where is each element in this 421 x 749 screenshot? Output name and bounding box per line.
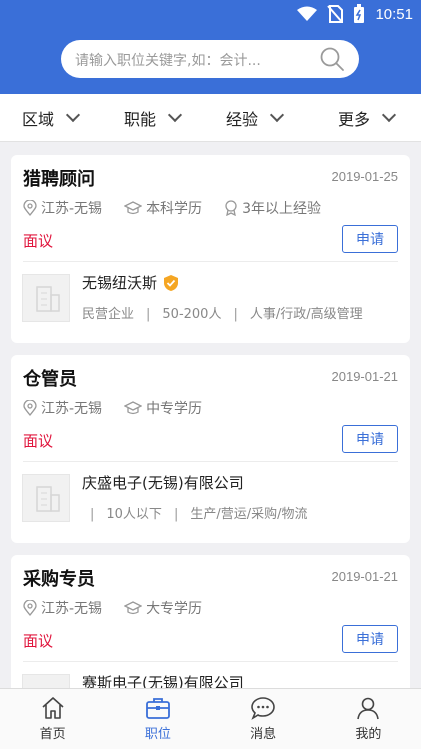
wifi-icon [297, 6, 318, 21]
building-icon [36, 286, 60, 312]
tab-label: 我的 [355, 727, 382, 742]
tab-messages[interactable]: 消息 [211, 689, 316, 749]
job-education: 大专学历 [146, 601, 203, 617]
job-title: 猎聘顾问 [23, 169, 95, 190]
company-meta: | 10人以下 | 生产/营运/采购/物流 [90, 507, 308, 522]
company-name-text: 庆盛电子(无锡)有限公司 [82, 474, 244, 492]
location-icon [23, 600, 37, 616]
briefcase-icon [145, 698, 170, 719]
status-time: 10:51 [375, 5, 413, 23]
filter-label: 更多 [338, 110, 371, 129]
apply-button[interactable]: 申请 [342, 425, 398, 453]
user-icon [357, 697, 380, 720]
chevron-down-icon [167, 107, 183, 123]
divider [23, 461, 398, 462]
filter-label: 经验 [226, 110, 259, 129]
tab-home[interactable]: 首页 [0, 689, 105, 749]
graduation-cap-icon [124, 601, 143, 615]
divider [23, 261, 398, 262]
chevron-down-icon [269, 107, 285, 123]
job-location: 江苏-无锡 [41, 401, 103, 417]
status-bar: 10:51 [0, 0, 421, 28]
job-title: 仓管员 [23, 369, 77, 390]
job-experience: 3年以上经验 [242, 201, 321, 217]
tab-label: 首页 [39, 727, 66, 742]
job-salary: 面议 [23, 232, 54, 250]
verified-shield-icon [164, 274, 179, 291]
job-salary: 面议 [23, 632, 54, 650]
job-location: 江苏-无锡 [41, 601, 103, 617]
tab-jobs[interactable]: 职位 [105, 689, 210, 749]
divider [23, 661, 398, 662]
job-meta: 江苏-无锡 中专学历 [23, 398, 224, 418]
search-icon[interactable] [319, 46, 345, 72]
job-meta: 江苏-无锡 大专学历 [23, 598, 224, 618]
filter-area[interactable]: 区域 [22, 94, 81, 142]
company-size: 50-200人 [162, 307, 222, 322]
job-card[interactable]: 猎聘顾问 2019-01-25 江苏-无锡 本科学历 3年以上经验 面议 申请 … [11, 155, 410, 343]
job-date: 2019-01-25 [331, 169, 399, 184]
filter-label: 职能 [124, 110, 157, 129]
filter-bar: 区域 职能 经验 更多 [0, 94, 421, 142]
chevron-down-icon [381, 107, 397, 123]
company-name[interactable]: 无锡纽沃斯 [82, 272, 179, 293]
building-icon [36, 486, 60, 512]
company-logo[interactable] [22, 474, 70, 522]
filter-experience[interactable]: 经验 [226, 94, 285, 142]
search-input[interactable]: 请输入职位关键字,如：会计... [61, 40, 359, 78]
company-industry: 生产/营运/采购/物流 [190, 507, 308, 522]
battery-icon [354, 4, 365, 23]
company-size: 10人以下 [106, 507, 162, 522]
job-education: 中专学历 [146, 401, 203, 417]
company-name-text: 无锡纽沃斯 [82, 274, 158, 292]
no-sim-icon [327, 5, 344, 23]
job-education: 本科学历 [146, 201, 203, 217]
company-meta: 民营企业 | 50-200人 | 人事/行政/高级管理 [82, 307, 363, 322]
job-date: 2019-01-21 [331, 369, 399, 384]
filter-more[interactable]: 更多 [338, 94, 397, 142]
apply-button[interactable]: 申请 [342, 225, 398, 253]
company-name[interactable]: 庆盛电子(无锡)有限公司 [82, 472, 244, 493]
message-icon [251, 697, 275, 720]
job-location: 江苏-无锡 [41, 201, 103, 217]
apply-button[interactable]: 申请 [342, 625, 398, 653]
filter-function[interactable]: 职能 [124, 94, 183, 142]
company-type: 民营企业 [82, 307, 135, 322]
tab-profile[interactable]: 我的 [316, 689, 421, 749]
job-date: 2019-01-21 [331, 569, 399, 584]
job-title: 采购专员 [23, 569, 95, 590]
job-meta: 江苏-无锡 本科学历 3年以上经验 [23, 198, 343, 218]
chevron-down-icon [65, 107, 81, 123]
location-icon [23, 200, 37, 216]
tab-label: 职位 [144, 727, 171, 742]
tab-label: 消息 [250, 727, 277, 742]
filter-label: 区域 [22, 110, 55, 129]
company-industry: 人事/行政/高级管理 [249, 307, 363, 322]
medal-icon [225, 200, 237, 216]
location-icon [23, 400, 37, 416]
search-placeholder: 请输入职位关键字,如：会计... [75, 53, 261, 69]
header: 10:51 请输入职位关键字,如：会计... [0, 0, 421, 94]
graduation-cap-icon [124, 201, 143, 215]
job-card[interactable]: 仓管员 2019-01-21 江苏-无锡 中专学历 面议 申请 庆盛电子(无锡)… [11, 355, 410, 543]
home-icon [42, 697, 64, 719]
job-salary: 面议 [23, 432, 54, 450]
bottom-tab-bar: 首页 职位 消息 我的 [0, 688, 421, 749]
company-logo[interactable] [22, 274, 70, 322]
graduation-cap-icon [124, 401, 143, 415]
